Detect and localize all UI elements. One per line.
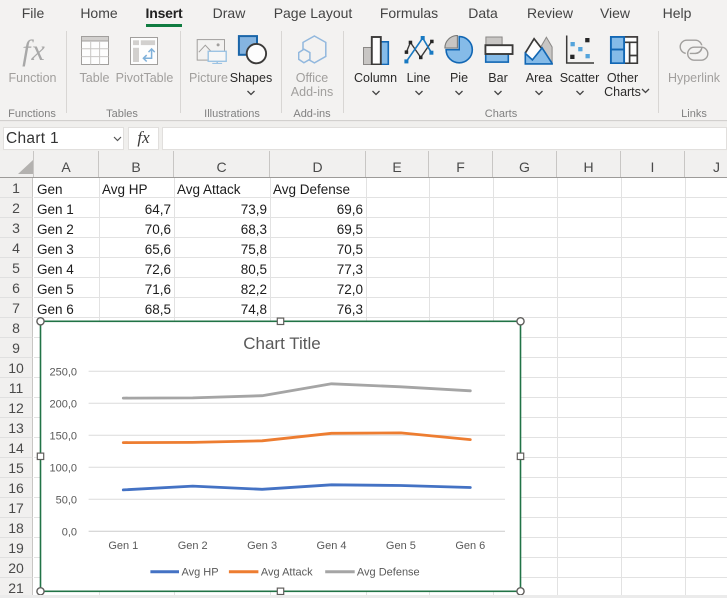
svg-text:0,0: 0,0 (62, 526, 77, 538)
svg-text:Avg HP: Avg HP (182, 567, 219, 579)
svg-text:Avg Attack: Avg Attack (261, 567, 313, 579)
svg-text:Avg Defense: Avg Defense (357, 567, 420, 579)
svg-text:250,0: 250,0 (49, 366, 77, 378)
svg-text:200,0: 200,0 (49, 398, 77, 410)
svg-text:100,0: 100,0 (49, 462, 77, 474)
svg-text:Gen 6: Gen 6 (455, 540, 485, 552)
svg-text:Chart Title: Chart Title (243, 334, 320, 353)
svg-text:Gen 5: Gen 5 (386, 540, 416, 552)
svg-text:50,0: 50,0 (56, 494, 77, 506)
svg-text:Gen 2: Gen 2 (178, 540, 208, 552)
svg-text:Gen 3: Gen 3 (247, 540, 277, 552)
svg-text:Gen 1: Gen 1 (108, 540, 138, 552)
svg-text:Gen 4: Gen 4 (317, 540, 347, 552)
svg-text:150,0: 150,0 (49, 430, 77, 442)
